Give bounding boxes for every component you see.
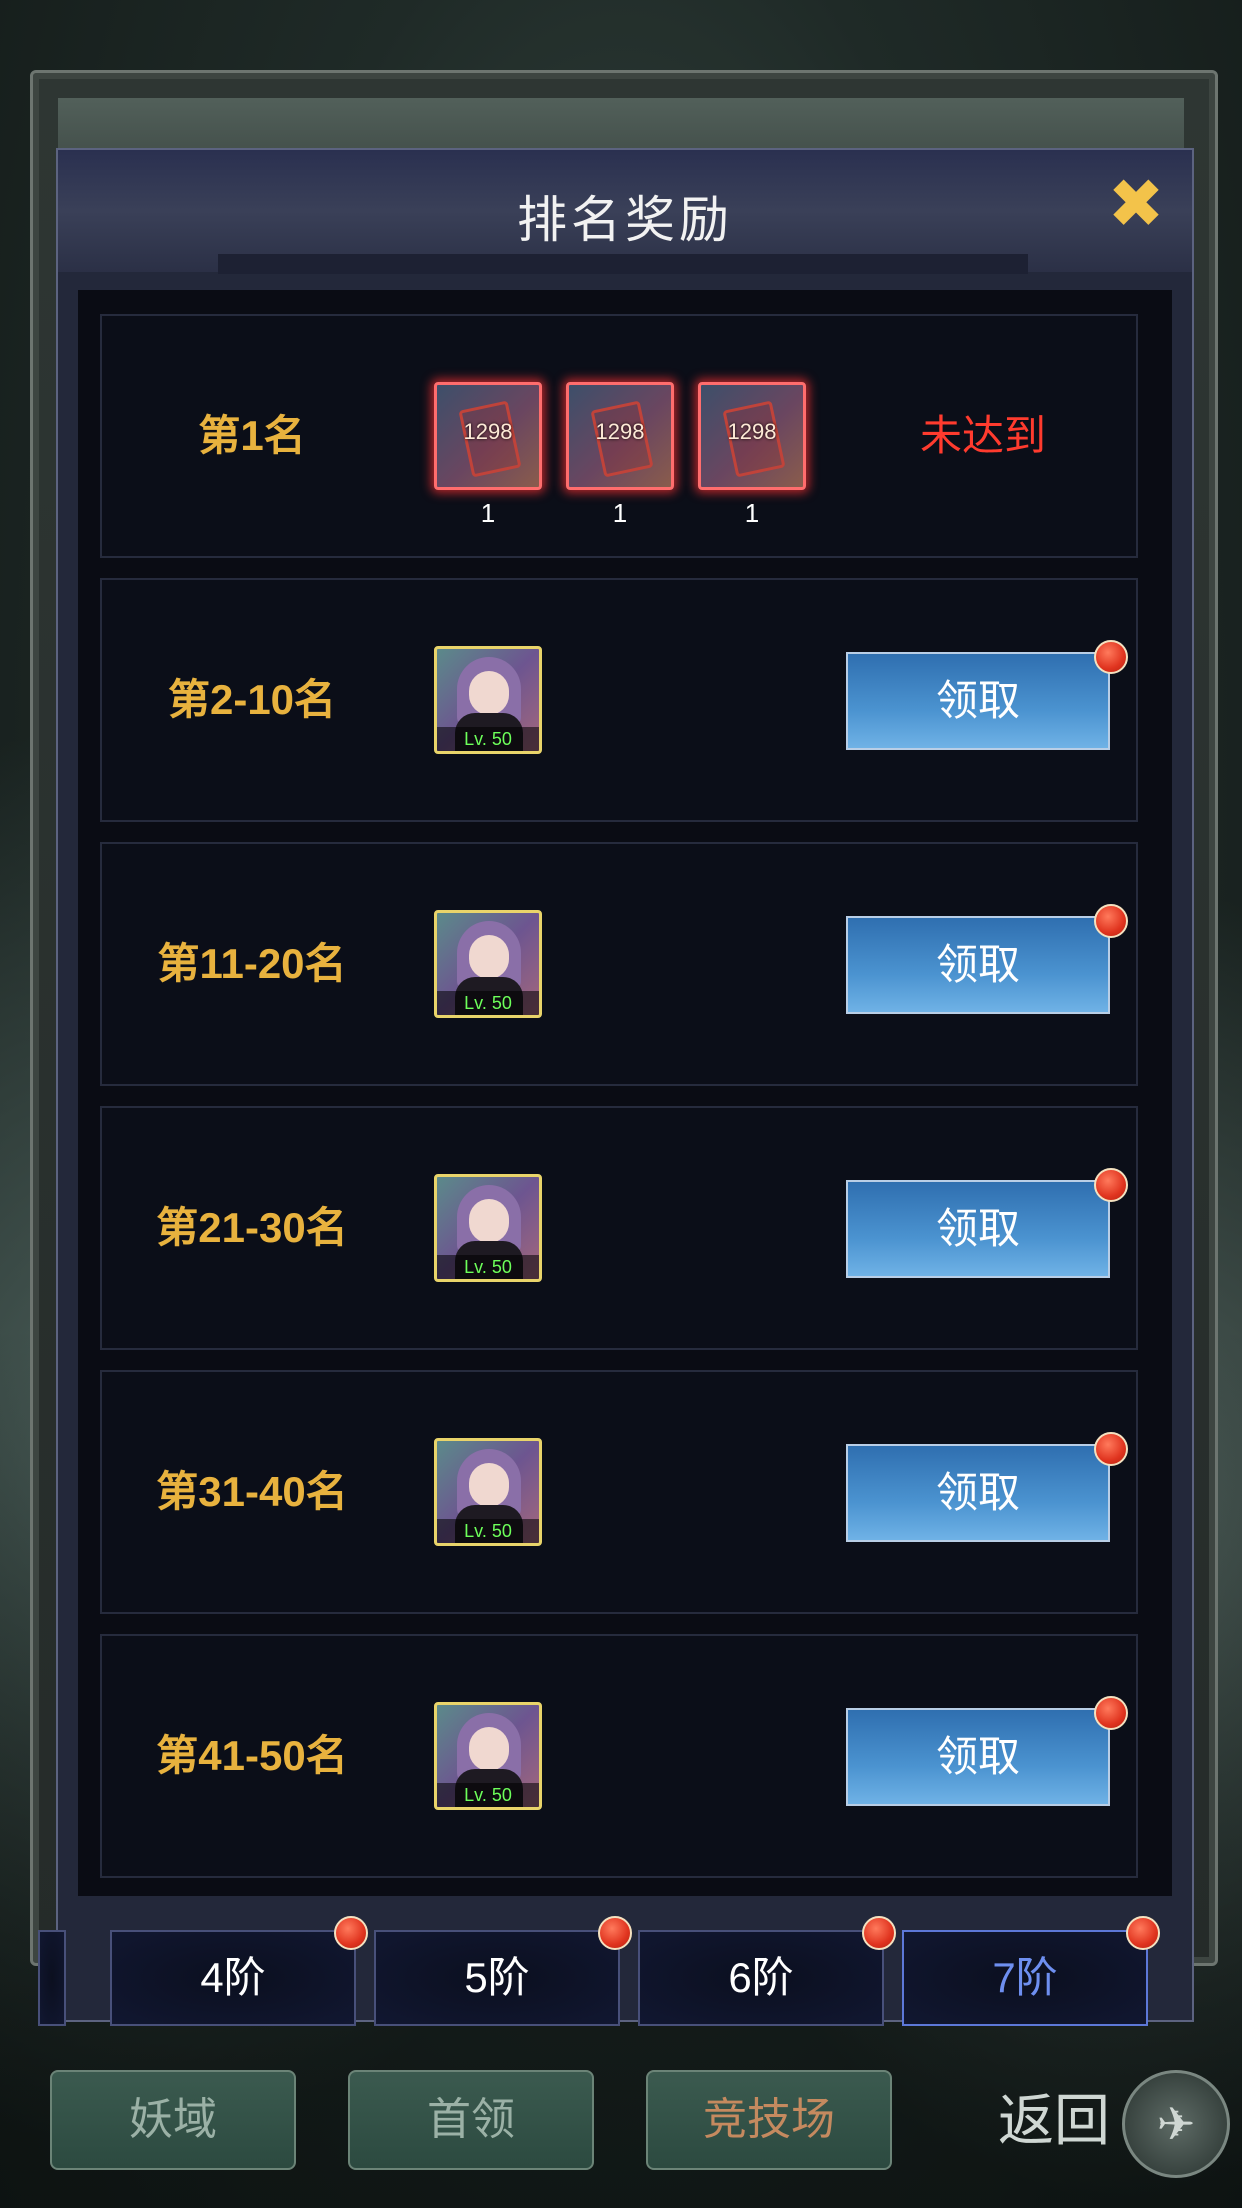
notification-dot-icon xyxy=(1126,1916,1160,1950)
nav-demon-domain[interactable]: 妖域 xyxy=(50,2070,296,2170)
item-number: 1298 xyxy=(595,419,645,444)
hero-face xyxy=(469,935,509,979)
claim-button[interactable]: 领取 xyxy=(846,1180,1110,1278)
reward-item-card[interactable]: 1298 xyxy=(566,382,674,490)
rank-label: 第2-10名 xyxy=(167,676,337,723)
hero-level: Lv. 50 xyxy=(437,1519,539,1543)
item-quantity: 1 xyxy=(612,498,628,528)
notification-dot-icon xyxy=(1094,1432,1128,1466)
notification-dot-icon xyxy=(1094,640,1128,674)
nav-arena[interactable]: 竞技场 xyxy=(646,2070,892,2170)
claim-button[interactable]: 领取 xyxy=(846,1708,1110,1806)
hero-face xyxy=(469,1463,509,1507)
notification-dot-icon xyxy=(862,1916,896,1950)
hero-level: Lv. 50 xyxy=(437,991,539,1015)
header-tab-shape xyxy=(218,254,1028,274)
hero-avatar-reward[interactable]: Lv. 50 xyxy=(434,910,542,1018)
status-not-reached: 未达到 xyxy=(919,412,1046,459)
ranking-rewards-panel: 排名奖励 ✖ 第1名 1298 1 1298 1 1298 1 未达到 第2-1… xyxy=(38,148,1194,2026)
hero-face xyxy=(469,671,509,715)
tier-tab-6[interactable]: 6阶 xyxy=(638,1930,884,2026)
rank-label: 第31-40名 xyxy=(156,1468,348,1515)
tier-tab-4[interactable]: 4阶 xyxy=(110,1930,356,2026)
item-number: 1298 xyxy=(463,419,513,444)
claim-button[interactable]: 领取 xyxy=(846,1444,1110,1542)
reward-item-card[interactable]: 1298 xyxy=(698,382,806,490)
item-quantity: 1 xyxy=(480,498,496,528)
notification-dot-icon xyxy=(1094,904,1128,938)
notification-dot-icon xyxy=(1094,1696,1128,1730)
reward-row-rank-11-20: 第11-20名 Lv. 50 领取 xyxy=(100,842,1138,1086)
claim-button[interactable]: 领取 xyxy=(846,916,1110,1014)
nav-boss[interactable]: 首领 xyxy=(348,2070,594,2170)
hero-level: Lv. 50 xyxy=(437,1255,539,1279)
reward-row-rank-1: 第1名 1298 1 1298 1 1298 1 未达到 xyxy=(100,314,1138,558)
rank-label: 第1名 xyxy=(198,412,306,459)
back-button[interactable]: 返回 xyxy=(984,2076,1124,2166)
claim-button[interactable]: 领取 xyxy=(846,652,1110,750)
reward-list[interactable]: 第1名 1298 1 1298 1 1298 1 未达到 第2-10名 Lv. … xyxy=(78,290,1172,1896)
rank-label: 第21-30名 xyxy=(156,1204,348,1251)
rank-label: 第41-50名 xyxy=(156,1732,348,1779)
panel-title: 排名奖励 xyxy=(517,192,733,248)
hero-level: Lv. 50 xyxy=(437,1783,539,1807)
hero-face xyxy=(469,1199,509,1243)
item-number: 1298 xyxy=(727,419,777,444)
panel-header: 排名奖励 ✖ xyxy=(58,150,1192,274)
close-icon[interactable]: ✖ xyxy=(1106,170,1166,238)
notification-dot-icon xyxy=(334,1916,368,1950)
item-quantity: 1 xyxy=(744,498,760,528)
notification-dot-icon xyxy=(598,1916,632,1950)
hero-avatar-reward[interactable]: Lv. 50 xyxy=(434,1702,542,1810)
reward-row-rank-41-50: 第41-50名 Lv. 50 领取 xyxy=(100,1634,1138,1878)
tier-tab-7-active[interactable]: 7阶 xyxy=(902,1930,1148,2026)
hero-face xyxy=(469,1727,509,1771)
reward-row-rank-21-30: 第21-30名 Lv. 50 领取 xyxy=(100,1106,1138,1350)
reward-row-rank-31-40: 第31-40名 Lv. 50 领取 xyxy=(100,1370,1138,1614)
hero-avatar-reward[interactable]: Lv. 50 xyxy=(434,1438,542,1546)
back-emblem-icon[interactable]: ✈ xyxy=(1122,2070,1230,2178)
reward-item-card[interactable]: 1298 xyxy=(434,382,542,490)
hero-avatar-reward[interactable]: Lv. 50 xyxy=(434,1174,542,1282)
tier-tab-partial[interactable] xyxy=(38,1930,66,2026)
hero-level: Lv. 50 xyxy=(437,727,539,751)
hero-avatar-reward[interactable]: Lv. 50 xyxy=(434,646,542,754)
tier-tab-5[interactable]: 5阶 xyxy=(374,1930,620,2026)
tier-tabs: 4阶 5阶 6阶 7阶 xyxy=(38,1914,1192,2026)
notification-dot-icon xyxy=(1094,1168,1128,1202)
reward-row-rank-2-10: 第2-10名 Lv. 50 领取 xyxy=(100,578,1138,822)
plane-icon: ✈ xyxy=(1156,2098,1196,2150)
rank-label: 第11-20名 xyxy=(157,940,347,987)
